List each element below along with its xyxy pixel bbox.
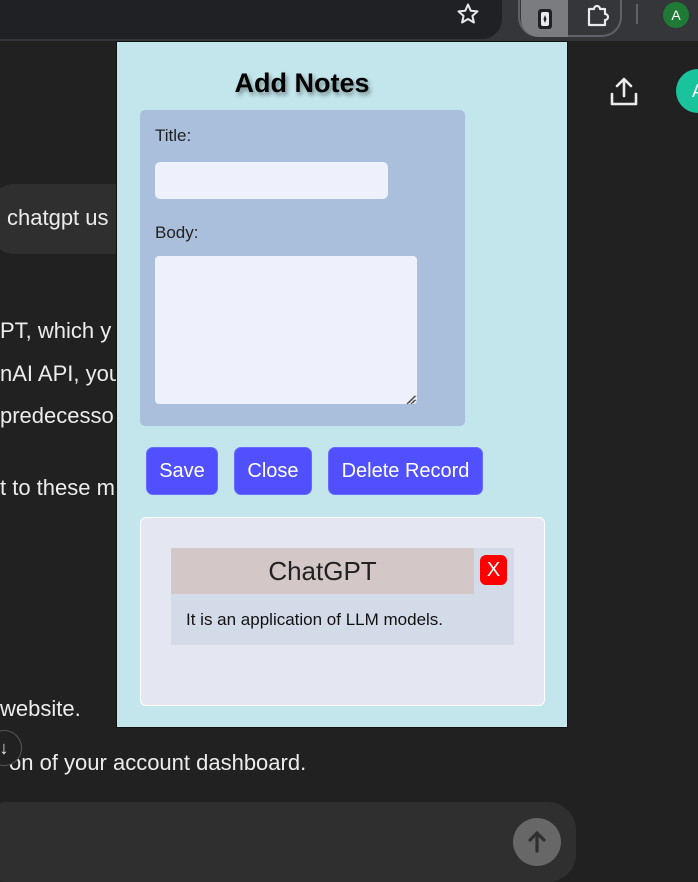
note-title: ChatGPT — [171, 548, 474, 594]
extension-active-icon[interactable] — [521, 0, 568, 37]
title-label: Title: — [155, 126, 192, 145]
response-line: predecesso — [0, 403, 114, 428]
response-line: PT, which y — [0, 318, 112, 343]
share-icon[interactable] — [606, 74, 642, 110]
response-line: on of your account dashboard. — [9, 750, 307, 775]
toolbar-separator — [636, 4, 638, 24]
star-icon[interactable] — [452, 0, 484, 28]
save-button[interactable]: Save — [146, 447, 218, 495]
browser-toolbar: A — [0, 0, 698, 41]
response-line: t to these m — [0, 475, 115, 500]
notes-list: ChatGPT X It is an application of LLM mo… — [140, 517, 545, 706]
close-button[interactable]: Close — [234, 447, 312, 495]
title-input[interactable] — [155, 162, 388, 199]
body-label: Body: — [155, 223, 199, 242]
note-body: It is an application of LLM models. — [186, 610, 444, 629]
profile-avatar[interactable]: A — [663, 2, 689, 28]
address-bar[interactable] — [0, 0, 502, 39]
puzzle-icon[interactable] — [582, 0, 614, 28]
note-form: Title: Body: — [140, 110, 465, 426]
send-button[interactable] — [513, 818, 561, 866]
response-line: nAI API, you — [0, 361, 122, 386]
popup-title: Add Notes — [234, 68, 370, 98]
delete-record-button[interactable]: Delete Record — [328, 447, 483, 495]
chat-user-avatar[interactable]: A — [676, 69, 698, 113]
message-composer[interactable] — [0, 802, 576, 882]
note-delete-button[interactable]: X — [480, 555, 507, 585]
note-card[interactable]: ChatGPT X It is an application of LLM mo… — [171, 548, 514, 645]
resize-grip-icon[interactable] — [404, 393, 416, 405]
body-textarea[interactable] — [155, 256, 417, 404]
response-line: website. — [0, 696, 81, 721]
user-message-text: chatgpt us — [7, 205, 109, 230]
add-notes-popup: Add Notes Title: Body: Save Close Delete… — [116, 41, 568, 728]
